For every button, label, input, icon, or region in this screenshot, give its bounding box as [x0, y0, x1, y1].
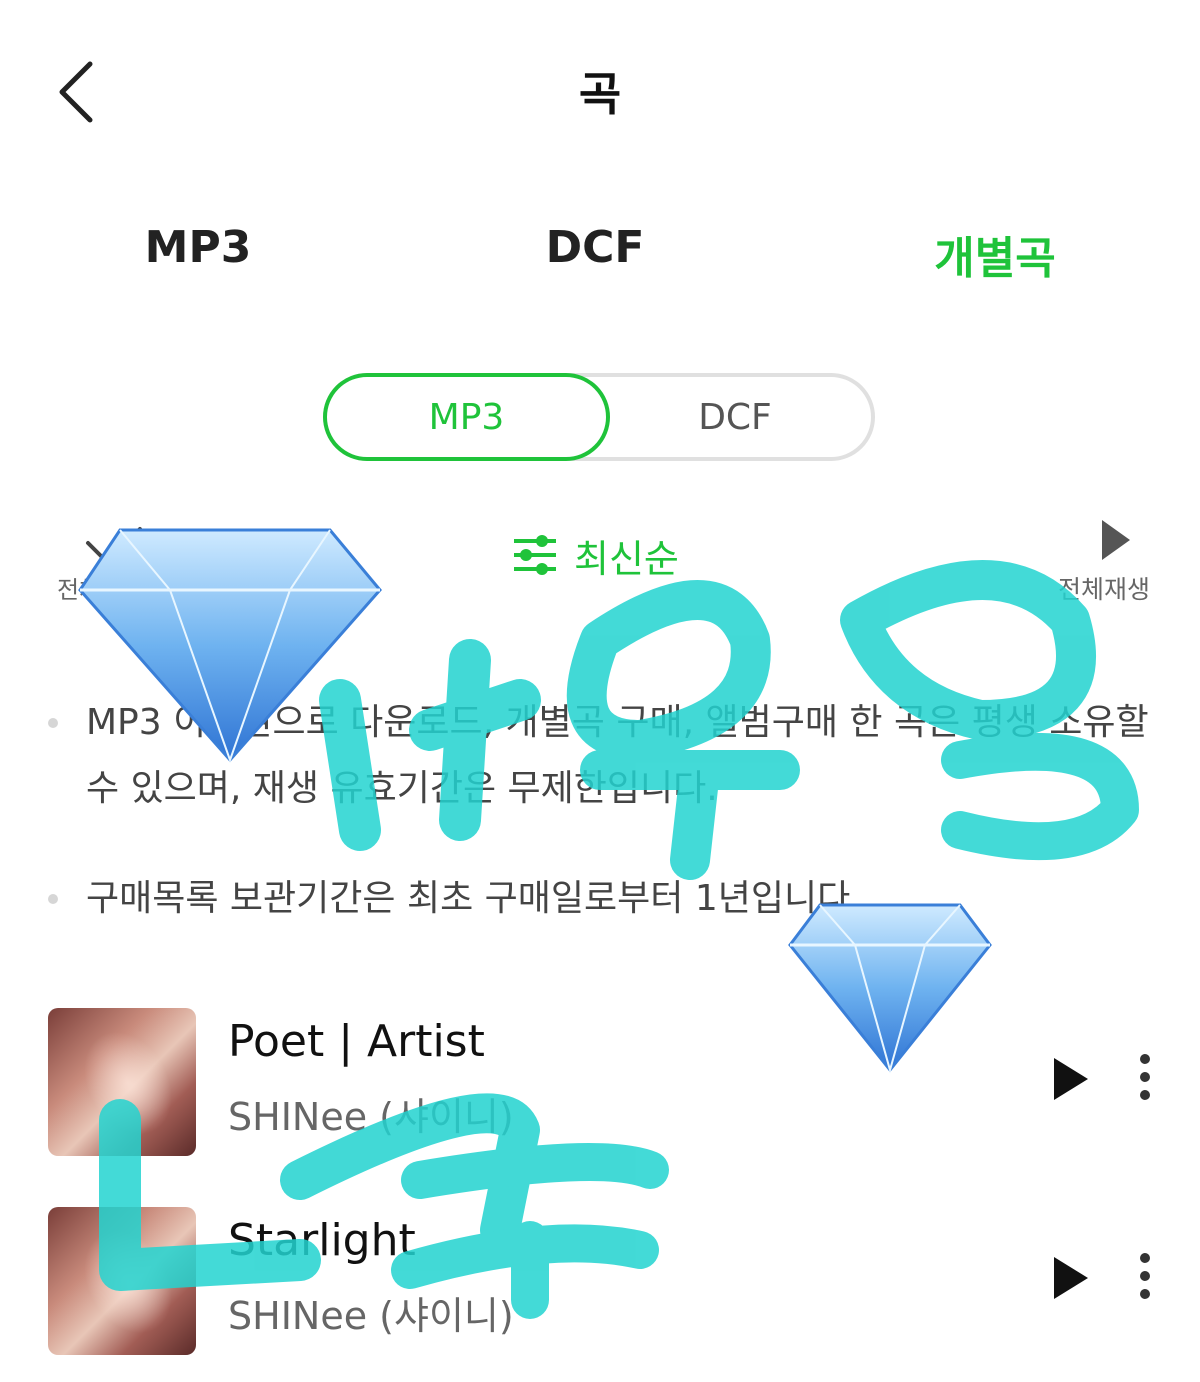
album-art	[48, 1207, 196, 1355]
sort-label: 최신순	[574, 536, 679, 581]
song-row[interactable]: Poet | Artist SHINee (샤이니)	[0, 998, 1200, 1158]
play-all-label: 전체재생	[1058, 575, 1151, 604]
notice-item: MP3 이용권으로 다운로드, 개별곡 구매, 앨범구매 한 곡은 평생 소유할…	[48, 690, 1158, 822]
checkmark-icon	[86, 527, 142, 563]
more-options-button[interactable]	[1130, 1247, 1160, 1307]
sliders-icon	[514, 535, 556, 575]
play-all-button[interactable]	[1098, 518, 1132, 566]
song-title: Poet | Artist	[228, 1016, 485, 1067]
song-play-button[interactable]	[1050, 1056, 1090, 1106]
play-icon	[1102, 520, 1130, 560]
toggle-option-dcf[interactable]: DCF	[600, 373, 870, 461]
notice-text: 구매목록 보관기간은 최초 구매일로부터 1년입니다.	[86, 878, 862, 919]
sort-button[interactable]: 최신순	[512, 530, 679, 581]
song-title: Starlight	[228, 1215, 416, 1266]
bullet-dot	[48, 718, 58, 728]
notice-text: MP3 이용권으로 다운로드, 개별곡 구매, 앨범구매 한 곡은 평생 소유할…	[86, 702, 1149, 809]
tab-mp3[interactable]: MP3	[48, 222, 348, 273]
notice-item: 구매목록 보관기간은 최초 구매일로부터 1년입니다.	[48, 866, 1158, 932]
play-icon	[1054, 1058, 1088, 1100]
play-icon	[1054, 1257, 1088, 1299]
toggle-option-mp3[interactable]: MP3	[323, 373, 610, 461]
bullet-dot	[48, 894, 58, 904]
song-play-button[interactable]	[1050, 1255, 1090, 1305]
tab-single-songs[interactable]: 개별곡	[845, 222, 1145, 286]
more-options-button[interactable]	[1130, 1048, 1160, 1108]
select-all-label: 전체	[57, 576, 102, 604]
tab-dcf[interactable]: DCF	[445, 222, 745, 273]
song-artist: SHINee (샤이니)	[228, 1095, 514, 1139]
album-art	[48, 1008, 196, 1156]
song-artist: SHINee (샤이니)	[228, 1294, 514, 1338]
page-title: 곡	[578, 67, 622, 121]
song-row[interactable]: Starlight SHINee (샤이니)	[0, 1197, 1200, 1357]
